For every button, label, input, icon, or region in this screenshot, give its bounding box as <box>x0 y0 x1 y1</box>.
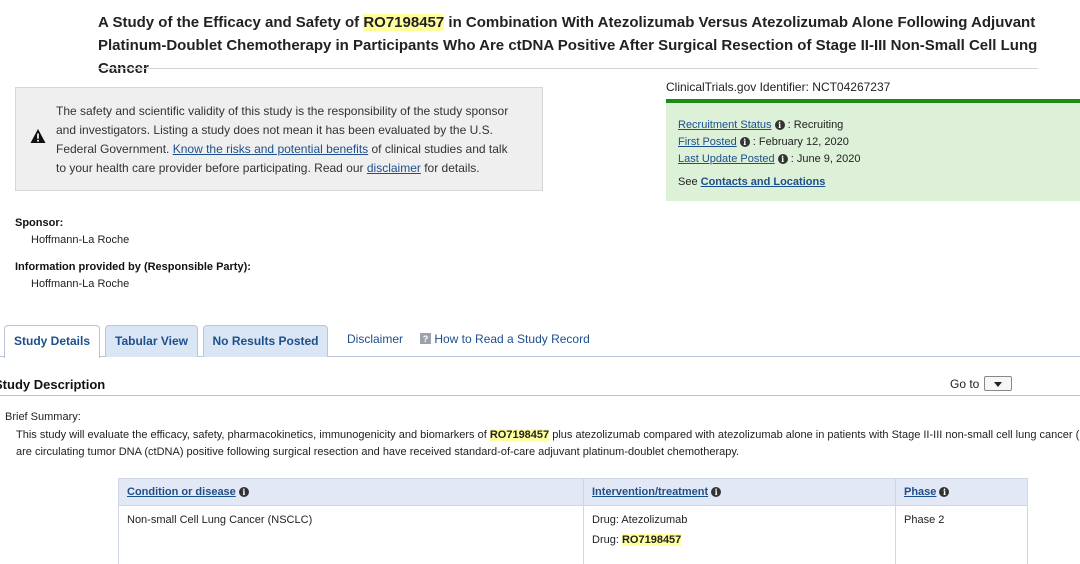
help-icon: ? <box>420 333 431 344</box>
highlighted-drug-name: RO7198457 <box>363 14 444 31</box>
info-icon[interactable]: i <box>775 120 785 130</box>
responsible-party-label: Information provided by (Responsible Par… <box>15 261 251 273</box>
intervention-cell: Drug: Atezolizumab Drug: RO7198457 <box>584 506 896 564</box>
contacts-locations-link[interactable]: Contacts and Locations <box>701 176 826 188</box>
last-update-value: : June 9, 2020 <box>788 153 861 165</box>
sponsor-label: Sponsor: <box>15 217 63 229</box>
safety-disclaimer-box: The safety and scientific validity of th… <box>15 87 543 191</box>
disclaimer-link[interactable]: disclaimer <box>367 161 421 175</box>
condition-cell: Non-small Cell Lung Cancer (NSCLC) <box>119 506 584 564</box>
contacts-line: See Contacts and Locations <box>678 176 825 188</box>
last-update-link[interactable]: Last Update Posted <box>678 153 775 165</box>
table-header-condition: Condition or disease i <box>119 479 584 506</box>
goto-label: Go to <box>950 377 979 391</box>
recruitment-status-link[interactable]: Recruitment Status <box>678 119 772 131</box>
section-divider <box>0 395 1080 396</box>
goto-dropdown-button[interactable] <box>984 376 1012 391</box>
phase-cell: Phase 2 <box>896 506 1028 564</box>
tab-study-details[interactable]: Study Details <box>4 325 100 358</box>
info-icon[interactable]: i <box>239 487 249 497</box>
responsible-party-value: Hoffmann-La Roche <box>31 278 129 290</box>
condition-header-link[interactable]: Condition or disease <box>127 486 236 498</box>
info-icon[interactable]: i <box>939 487 949 497</box>
table-header-intervention: Intervention/treatment i <box>584 479 896 506</box>
study-description-heading: Study Description <box>0 377 105 392</box>
info-icon[interactable]: i <box>740 137 750 147</box>
svg-text:?: ? <box>423 334 429 344</box>
tab-tabular-view[interactable]: Tabular View <box>105 325 198 357</box>
recruitment-status-box: Recruitment Status i : Recruiting First … <box>666 99 1080 201</box>
table-row: Non-small Cell Lung Cancer (NSCLC) Drug:… <box>119 506 1028 564</box>
sponsor-value: Hoffmann-La Roche <box>31 234 129 246</box>
disclaimer-text: The safety and scientific validity of th… <box>56 102 516 178</box>
info-icon[interactable]: i <box>711 487 721 497</box>
highlighted-drug-name: RO7198457 <box>490 429 549 441</box>
last-update-line: Last Update Posted i : June 9, 2020 <box>678 153 860 165</box>
highlighted-drug-name: RO7198457 <box>622 534 681 546</box>
risks-benefits-link[interactable]: Know the risks and potential benefits <box>173 142 368 156</box>
intervention-header-link[interactable]: Intervention/treatment <box>592 486 708 498</box>
tab-no-results-posted[interactable]: No Results Posted <box>203 325 328 357</box>
recruitment-status-line: Recruitment Status i : Recruiting <box>678 119 843 131</box>
brief-summary-text: This study will evaluate the efficacy, s… <box>16 427 1080 461</box>
disclaimer-tab-link[interactable]: Disclaimer <box>347 332 403 346</box>
page-title: A Study of the Efficacy and Safety of RO… <box>98 11 1048 80</box>
phase-header-link[interactable]: Phase <box>904 486 936 498</box>
title-divider <box>98 68 1038 69</box>
first-posted-value: : February 12, 2020 <box>750 136 849 148</box>
first-posted-line: First Posted i : February 12, 2020 <box>678 136 849 148</box>
first-posted-link[interactable]: First Posted <box>678 136 737 148</box>
warning-icon <box>30 128 46 144</box>
table-header-phase: Phase i <box>896 479 1028 506</box>
trial-identifier: ClinicalTrials.gov Identifier: NCT042672… <box>666 80 890 94</box>
brief-summary-label: Brief Summary: <box>5 411 81 423</box>
info-icon[interactable]: i <box>778 154 788 164</box>
how-to-read-link[interactable]: ? How to Read a Study Record <box>420 332 590 346</box>
table-header-row: Condition or disease i Intervention/trea… <box>119 479 1028 506</box>
recruitment-status-value: : Recruiting <box>785 119 844 131</box>
conditions-table: Condition or disease i Intervention/trea… <box>118 478 1028 564</box>
